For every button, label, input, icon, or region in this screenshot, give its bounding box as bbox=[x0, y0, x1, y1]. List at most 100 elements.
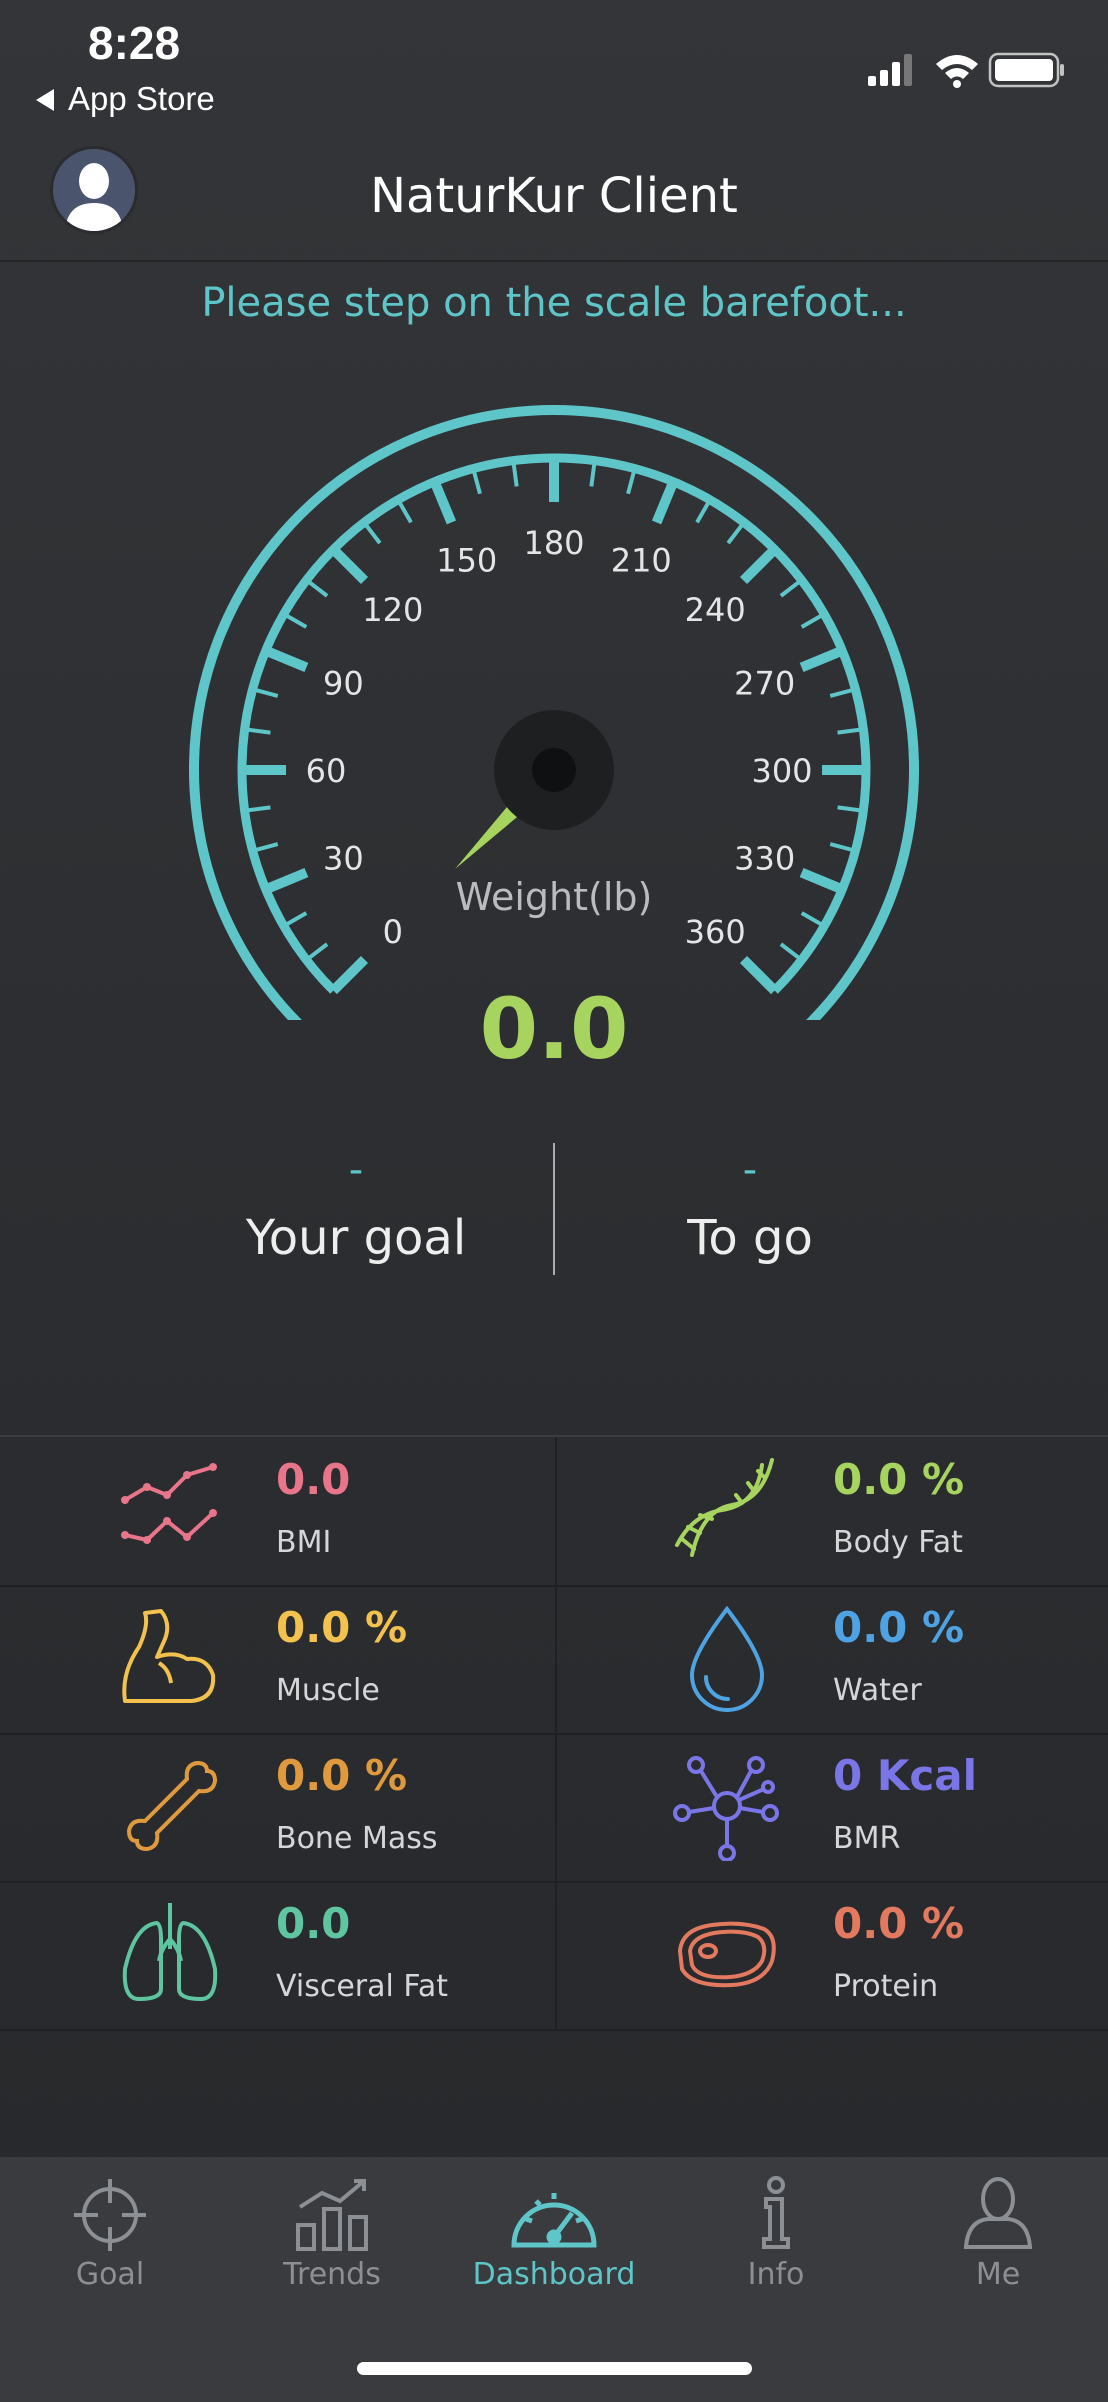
status-bar: 8:28 App Store bbox=[0, 0, 1108, 130]
gauge-minor-tick bbox=[829, 842, 856, 853]
gauge-tick-label: 240 bbox=[685, 591, 746, 629]
gauge-major-tick bbox=[799, 645, 845, 673]
togo-label: To go bbox=[687, 1210, 813, 1266]
goal-value: - bbox=[348, 1147, 364, 1193]
gauge-minor-tick bbox=[829, 687, 856, 698]
gauge-major-tick bbox=[263, 645, 309, 673]
gauge-minor-tick bbox=[626, 468, 637, 495]
gauge-minor-tick bbox=[779, 942, 803, 962]
gauge-major-tick bbox=[429, 479, 457, 525]
cellular-signal-icon bbox=[868, 54, 912, 86]
home-indicator bbox=[357, 2362, 752, 2375]
gauge-major-tick bbox=[651, 479, 679, 525]
gauge-tick-label: 120 bbox=[362, 591, 423, 629]
bone-icon bbox=[126, 1760, 218, 1852]
metric-label: BMR bbox=[833, 1821, 901, 1856]
tab-label: Goal bbox=[75, 2257, 145, 2292]
metric-row: 0.0 BMI 0.0 % Body Fat bbox=[0, 1437, 1108, 1587]
gauge-tick-label: 60 bbox=[306, 752, 347, 790]
weight-gauge: 0 30 60 90 120 150 180 210 240 270 300 330 360 Weigh… bbox=[189, 405, 919, 1020]
gauge-unit-label: Weight(lb) bbox=[456, 875, 653, 919]
water-drop-icon bbox=[689, 1605, 765, 1712]
page-title: NaturKur Client bbox=[370, 168, 738, 224]
metric-value: 0.0 bbox=[276, 1455, 351, 1504]
metric-label: Body Fat bbox=[833, 1525, 963, 1560]
status-time: 8:28 bbox=[88, 17, 181, 69]
gauge-major-tick bbox=[263, 867, 309, 895]
metric-label: Muscle bbox=[276, 1673, 380, 1708]
battery-icon bbox=[988, 52, 1064, 88]
gauge-tick-label: 330 bbox=[734, 839, 795, 877]
weight-reading: 0.0 bbox=[479, 980, 629, 1078]
metric-label: Water bbox=[833, 1673, 922, 1708]
tab-label: Dashboard bbox=[472, 2257, 636, 2292]
metric-value: 0.0 % bbox=[276, 1751, 408, 1800]
gauge-minor-tick bbox=[396, 498, 413, 524]
back-to-app-store-link[interactable]: App Store bbox=[36, 80, 215, 118]
crosshair-icon bbox=[74, 2179, 146, 2251]
weigh-instruction: Please step on the scale barefoot... bbox=[201, 280, 907, 326]
metric-value: 0.0 % bbox=[833, 1455, 965, 1504]
person-icon bbox=[963, 2177, 1033, 2249]
metric-value: 0.0 % bbox=[833, 1603, 965, 1652]
gauge-minor-tick bbox=[695, 498, 712, 524]
tab-label: Me bbox=[975, 2257, 1021, 2292]
gauge-minor-tick bbox=[282, 612, 308, 629]
tab-dashboard[interactable]: Dashboard bbox=[454, 2175, 654, 2292]
gauge-major-tick bbox=[739, 545, 779, 585]
tab-label: Info bbox=[747, 2257, 805, 2292]
metric-body-fat[interactable]: 0.0 % Body Fat bbox=[555, 1437, 1108, 1585]
info-icon bbox=[762, 2176, 790, 2249]
speedometer-icon bbox=[511, 2193, 597, 2248]
metric-value: 0.0 % bbox=[276, 1603, 408, 1652]
gauge-minor-tick bbox=[305, 942, 329, 962]
gauge-minor-tick bbox=[252, 687, 279, 698]
metric-label: Protein bbox=[833, 1969, 939, 2004]
muscle-icon bbox=[122, 1609, 216, 1703]
gauge-tick-label: 300 bbox=[751, 752, 812, 790]
tab-label: Trends bbox=[283, 2257, 381, 2292]
gauge-needle bbox=[455, 710, 614, 869]
metric-label: Bone Mass bbox=[276, 1821, 438, 1856]
metric-water[interactable]: 0.0 % Water bbox=[555, 1585, 1108, 1733]
gauge-tick-label: 210 bbox=[611, 541, 672, 579]
back-label: App Store bbox=[68, 80, 215, 117]
gauge-minor-tick bbox=[471, 468, 482, 495]
metric-row: 0.0 Visceral Fat 0.0 % Protein bbox=[0, 1881, 1108, 2031]
gauge-hub-center bbox=[532, 748, 576, 792]
tab-me[interactable]: Me bbox=[898, 2175, 1098, 2292]
gauge-major-tick bbox=[799, 867, 845, 895]
app-header: NaturKur Client bbox=[0, 130, 1108, 262]
metric-value: 0 Kcal bbox=[833, 1751, 978, 1800]
metric-visceral-fat[interactable]: 0.0 Visceral Fat bbox=[0, 1881, 553, 2029]
tab-info[interactable]: Info bbox=[676, 2175, 876, 2292]
gauge-minor-tick bbox=[779, 578, 803, 598]
gauge-minor-tick bbox=[252, 842, 279, 853]
metric-bmr[interactable]: 0 Kcal BMR bbox=[555, 1733, 1108, 1881]
metric-protein[interactable]: 0.0 % Protein bbox=[555, 1881, 1108, 2029]
gauge-tick-label: 150 bbox=[436, 541, 497, 579]
body-metrics-grid: 0.0 BMI 0.0 % Body Fat 0.0 % Muscle 0.0 … bbox=[0, 1435, 1108, 2031]
gauge-minor-tick bbox=[726, 521, 746, 545]
gauge-tick-label: 180 bbox=[523, 524, 584, 562]
gauge-minor-tick bbox=[305, 578, 329, 598]
status-icons bbox=[868, 52, 1064, 88]
gauge-minor-tick bbox=[282, 911, 308, 928]
tab-goal[interactable]: Goal bbox=[10, 2175, 210, 2292]
gauge-minor-tick bbox=[362, 521, 382, 545]
metric-muscle[interactable]: 0.0 % Muscle bbox=[0, 1585, 553, 1733]
tab-trends[interactable]: Trends bbox=[232, 2175, 432, 2292]
metric-row: 0.0 % Muscle 0.0 % Water bbox=[0, 1585, 1108, 1735]
metric-label: BMI bbox=[276, 1525, 332, 1560]
gauge-tick-label: 270 bbox=[734, 665, 795, 703]
molecule-icon bbox=[673, 1756, 779, 1861]
gauge-tick-label: 360 bbox=[685, 913, 746, 951]
gauge-tick-label: 30 bbox=[323, 839, 364, 877]
gauge-major-tick bbox=[329, 545, 369, 585]
gauge-tick-label: 0 bbox=[383, 913, 403, 951]
gauge-tick-label: 90 bbox=[323, 665, 364, 703]
metric-bmi[interactable]: 0.0 BMI bbox=[0, 1437, 553, 1585]
to-go-block: - To go bbox=[550, 1150, 950, 1266]
metric-bone-mass[interactable]: 0.0 % Bone Mass bbox=[0, 1733, 553, 1881]
gauge-minor-tick bbox=[800, 911, 826, 928]
